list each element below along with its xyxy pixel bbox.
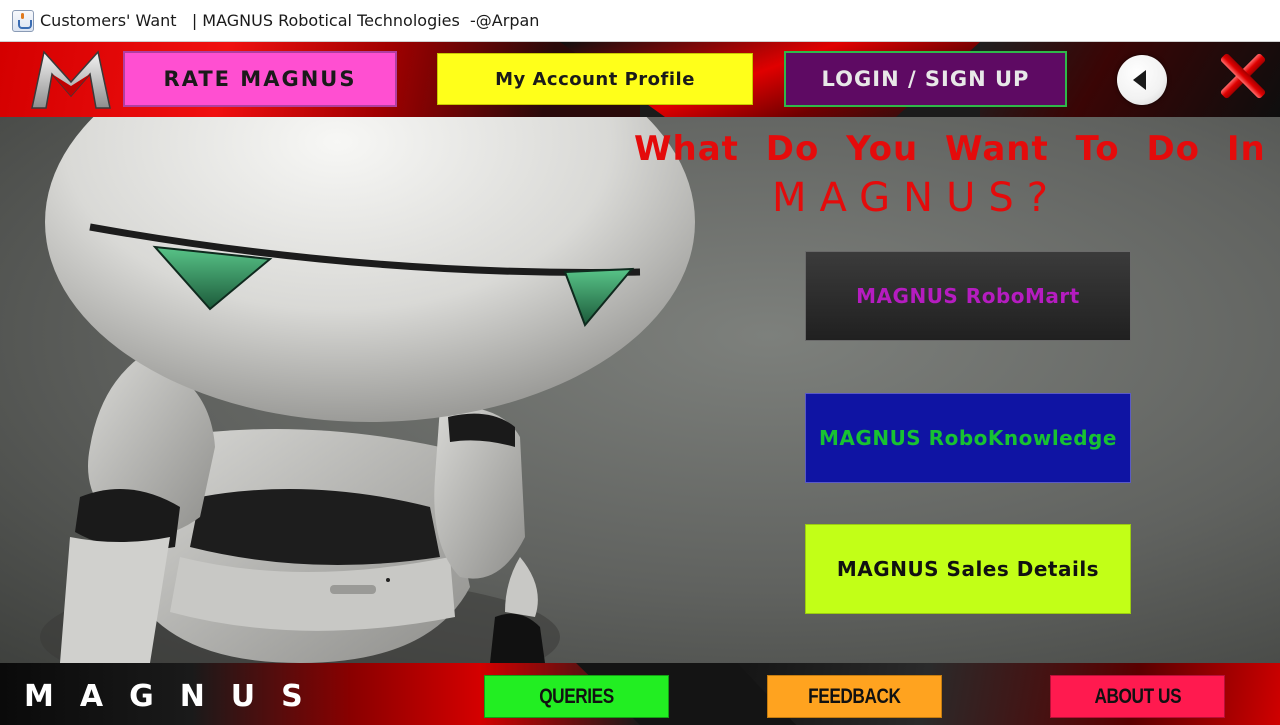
login-signup-button[interactable]: LOGIN / SIGN UP: [784, 51, 1067, 107]
feedback-button-label: FEEDBACK: [808, 684, 901, 708]
my-account-profile-button[interactable]: My Account Profile: [437, 53, 753, 105]
robot-illustration: [40, 117, 695, 663]
about-us-button-label: ABOUT US: [1094, 684, 1181, 708]
about-us-button[interactable]: ABOUT US: [1050, 675, 1225, 718]
window-title: Customers' Want | MAGNUS Robotical Techn…: [40, 11, 540, 30]
back-arrow-icon[interactable]: [1117, 55, 1167, 105]
feedback-button[interactable]: FEEDBACK: [767, 675, 942, 718]
robomart-button[interactable]: MAGNUS RoboMart: [805, 251, 1131, 341]
java-cup-icon: [12, 9, 34, 32]
queries-button[interactable]: QUERIES: [484, 675, 669, 718]
top-header-bar: RATE MAGNUS My Account Profile LOGIN / S…: [0, 42, 1280, 117]
footer-brand-text: MAGNUS: [24, 679, 329, 714]
close-icon[interactable]: [1219, 52, 1267, 100]
roboknowledge-button[interactable]: MAGNUS RoboKnowledge: [805, 393, 1131, 483]
sales-details-button[interactable]: MAGNUS Sales Details: [805, 524, 1131, 614]
main-panel: What Do You Want To Do In MAGNUS? MAGNUS…: [0, 117, 1280, 663]
rate-magnus-button[interactable]: RATE MAGNUS: [123, 51, 397, 107]
window-titlebar: Customers' Want | MAGNUS Robotical Techn…: [0, 0, 1280, 42]
question-heading-line1: What Do You Want To Do In: [634, 129, 1266, 169]
magnus-logo: [31, 50, 111, 109]
question-heading-line2: MAGNUS?: [772, 175, 1061, 221]
bottom-footer-bar: MAGNUS QUERIES FEEDBACK ABOUT US: [0, 663, 1280, 725]
queries-button-label: QUERIES: [539, 684, 614, 708]
